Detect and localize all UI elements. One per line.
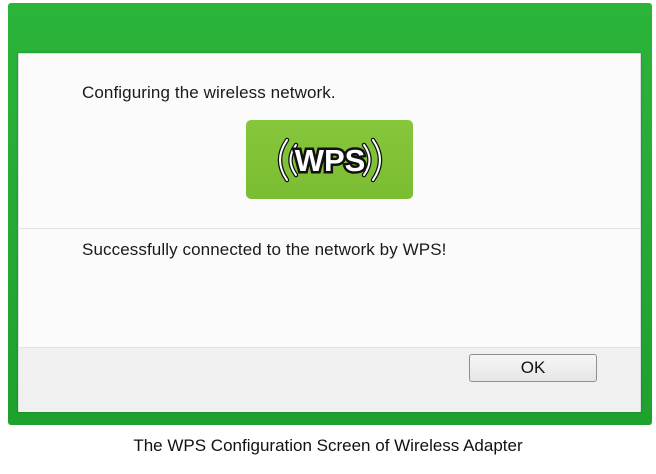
wps-dialog: Configuring the wireless network. WPS Su… <box>18 53 641 412</box>
connection-result-text: Successfully connected to the network by… <box>82 240 447 259</box>
ok-button[interactable]: OK <box>469 354 597 382</box>
wps-badge-text: WPS <box>294 143 365 178</box>
wps-icon: WPS <box>246 120 413 199</box>
figure-caption: The WPS Configuration Screen of Wireless… <box>133 436 523 455</box>
divider <box>19 228 640 229</box>
configuring-status-text: Configuring the wireless network. <box>82 83 336 102</box>
